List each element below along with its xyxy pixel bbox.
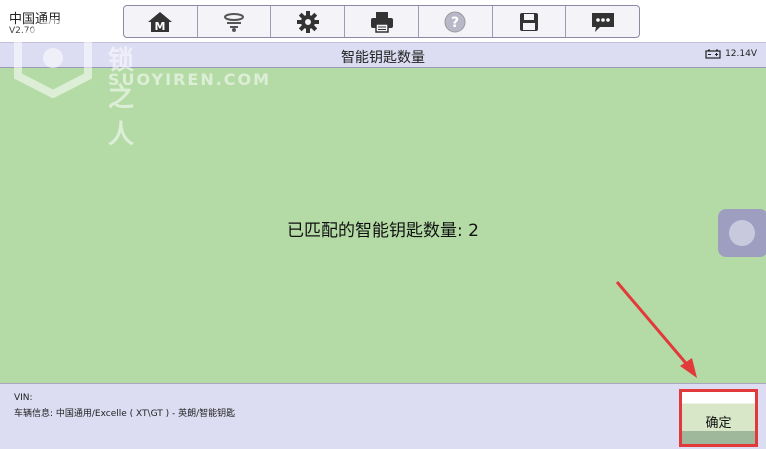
page-title: 智能钥匙数量 — [341, 50, 425, 66]
assist-dot-icon — [729, 220, 755, 246]
battery-icon — [705, 49, 721, 59]
battery-voltage: 12.14V — [725, 49, 757, 59]
save-icon — [519, 12, 538, 31]
title-bar: 智能钥匙数量 12.14V — [0, 42, 766, 68]
save-button[interactable] — [493, 6, 567, 37]
footer-bar: VIN: 车辆信息: 中国通用/Excelle ( XT\GT ) - 英朗/智… — [0, 383, 766, 449]
content-area: 已匹配的智能钥匙数量: 2 — [0, 68, 766, 383]
gear-icon — [296, 10, 319, 33]
battery-status: 12.14V — [705, 49, 757, 59]
settings-button[interactable] — [271, 6, 346, 37]
app-version: V2.70 — [9, 26, 36, 36]
toolbar: M ? — [123, 5, 640, 38]
home-icon: M — [148, 11, 173, 33]
svg-text:?: ? — [451, 15, 459, 31]
vin-label: VIN: — [14, 393, 33, 403]
vehicle-swap-button[interactable] — [198, 6, 272, 37]
help-icon: ? — [444, 11, 466, 32]
svg-text:M: M — [155, 20, 166, 33]
vehicle-swap-icon — [224, 12, 245, 32]
print-button[interactable] — [345, 6, 419, 37]
key-count-message: 已匹配的智能钥匙数量: 2 — [287, 221, 479, 241]
confirm-button[interactable]: 确定 — [679, 389, 758, 447]
app-title: 中国通用 — [9, 12, 62, 27]
printer-icon — [370, 11, 393, 33]
confirm-button-label: 确定 — [705, 416, 732, 431]
floating-assist-button[interactable] — [718, 209, 766, 257]
message-icon — [591, 12, 614, 32]
vehicle-info: 车辆信息: 中国通用/Excelle ( XT\GT ) - 英朗/智能钥匙 — [14, 409, 236, 419]
home-button[interactable]: M — [124, 6, 198, 37]
header-bar: 中国通用 V2.70 M ? — [0, 0, 766, 42]
help-button[interactable]: ? — [419, 6, 493, 37]
message-button[interactable] — [566, 6, 639, 37]
